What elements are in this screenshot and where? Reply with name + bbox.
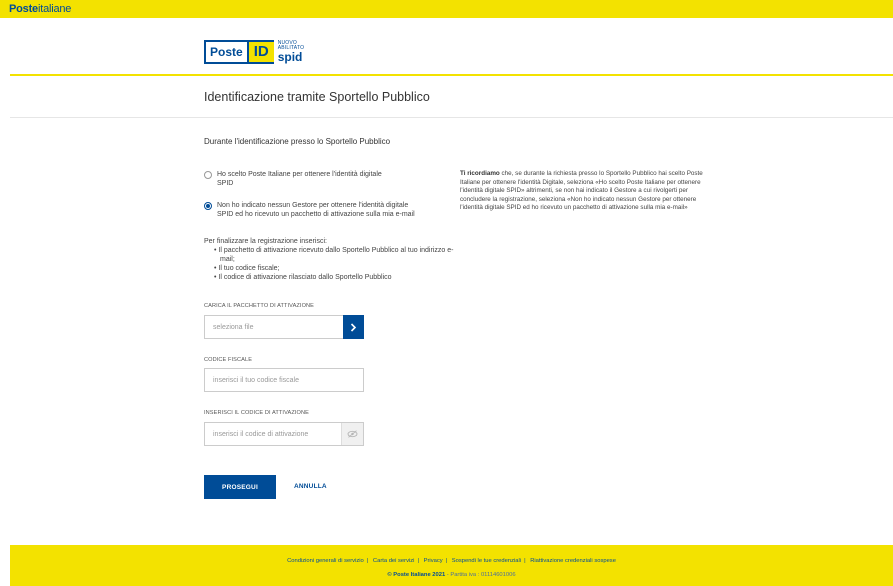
cancel-link[interactable]: ANNULLA	[294, 483, 327, 490]
footer-link-reactivate[interactable]: Riattivazione credenziali sospese	[530, 558, 616, 564]
logo-id-text: ID	[248, 40, 274, 64]
logo-poste-text: Poste	[204, 40, 249, 64]
option-poste-italiane[interactable]: Ho scelto Poste Italiane per ottenere l'…	[204, 170, 382, 188]
list-item: Il codice di attivazione rilasciato dall…	[218, 273, 465, 282]
list-item: Il tuo codice fiscale;	[218, 264, 465, 273]
list-item: Il pacchetto di attivazione ricevuto dal…	[218, 246, 465, 264]
page-title: Identificazione tramite Sportello Pubbli…	[204, 90, 430, 104]
option-no-provider-label: Non ho indicato nessun Gestore per otten…	[217, 202, 415, 218]
vat-text: - Partita iva : 01114601006	[445, 572, 516, 578]
package-file-input[interactable]: seleziona file	[204, 315, 364, 339]
copyright-text: © Poste Italiane 2021	[387, 572, 446, 578]
footer-copyright: © Poste Italiane 2021 - Partita iva : 01…	[10, 572, 893, 578]
toggle-visibility-button[interactable]	[341, 423, 363, 445]
continue-button[interactable]: PROSEGUI	[204, 475, 276, 499]
logo-spid-text: spid	[277, 50, 303, 64]
section-subtitle: Durante l'identificazione presso lo Spor…	[204, 137, 391, 146]
chevron-right-icon	[350, 322, 357, 332]
footer-link-suspend[interactable]: Sospendi le tue credenziali	[452, 558, 521, 564]
footer-links: Condizioni generali di servizio | Carta d…	[10, 558, 893, 564]
radio-unselected-icon[interactable]	[204, 171, 212, 179]
footer-separator: |	[524, 558, 526, 564]
posteitaliane-logo[interactable]: Posteitaliane	[9, 3, 71, 15]
activation-code-placeholder: inserisci il codice di attivazione	[213, 430, 309, 438]
fiscal-code-input[interactable]: inserisci il tuo codice fiscale	[204, 368, 364, 392]
option-no-provider[interactable]: Non ho indicato nessun Gestore per otten…	[204, 201, 415, 219]
footer-separator: |	[445, 558, 448, 564]
instructions-intro: Per finalizzare la registrazione inseris…	[204, 238, 327, 245]
select-file-button[interactable]	[343, 315, 364, 339]
activation-code-label: INSERISCI IL CODICE DI ATTIVAZIONE	[204, 410, 309, 416]
package-placeholder: seleziona file	[213, 323, 254, 331]
footer-separator: |	[366, 558, 369, 564]
instructions-list: Il pacchetto di attivazione ricevuto dal…	[214, 246, 465, 282]
activation-code-input[interactable]: inserisci il codice di attivazione	[204, 422, 364, 446]
fiscal-code-label: CODICE FISCALE	[204, 357, 253, 363]
radio-selected-icon[interactable]	[204, 202, 212, 210]
top-bar: Posteitaliane	[0, 0, 893, 18]
package-label: CARICA IL PACCHETTO DI ATTIVAZIONE	[204, 303, 315, 309]
fiscal-code-placeholder: inserisci il tuo codice fiscale	[213, 376, 299, 384]
header-divider	[10, 74, 893, 76]
reminder-note: Ti ricordiamo che, se durante la richies…	[460, 170, 718, 213]
eye-off-icon	[347, 430, 358, 438]
reminder-bold: Ti ricordiamo	[460, 170, 500, 177]
poste-id-spid-logo: Poste ID NUOVO ABILITATO spid	[204, 40, 304, 64]
logo-row: Poste ID NUOVO ABILITATO spid	[0, 40, 893, 74]
footer-link-conditions[interactable]: Condizioni generali di servizio	[287, 558, 364, 564]
footer: Condizioni generali di servizio | Carta d…	[10, 545, 893, 586]
instructions: Per finalizzare la registrazione inseris…	[204, 237, 465, 282]
footer-link-privacy[interactable]: Privacy	[424, 558, 443, 564]
logo-spid-mark: NUOVO ABILITATO spid	[277, 41, 305, 64]
footer-link-service-charter[interactable]: Carta dei servizi	[373, 558, 415, 564]
title-divider	[10, 117, 893, 118]
footer-separator: |	[417, 558, 419, 564]
option-poste-italiane-label: Ho scelto Poste Italiane per ottenere l'…	[217, 171, 382, 187]
